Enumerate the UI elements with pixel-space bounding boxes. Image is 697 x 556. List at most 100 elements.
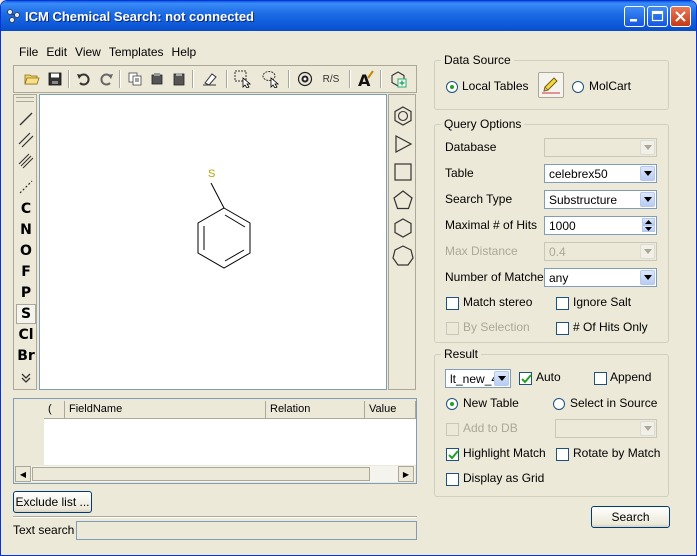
svg-text:A: A: [358, 71, 371, 88]
paste-icon[interactable]: [169, 69, 189, 89]
menu-help[interactable]: Help: [168, 44, 201, 62]
square-ring-icon[interactable]: [392, 161, 414, 183]
ignore-salt-label[interactable]: Ignore Salt: [573, 295, 631, 309]
eraser-icon[interactable]: [200, 69, 220, 89]
table-select[interactable]: celebrex50: [544, 164, 657, 183]
column-header-relation[interactable]: Relation: [266, 401, 365, 419]
max-distance-select[interactable]: 0.4: [544, 242, 657, 261]
element-s[interactable]: S: [16, 304, 36, 324]
horizontal-scrollbar[interactable]: ◀ ▶: [15, 466, 415, 482]
max-hits-input[interactable]: 1000: [544, 216, 657, 235]
local-tables-label[interactable]: Local Tables: [462, 79, 529, 93]
benzene-template-icon[interactable]: [392, 105, 414, 127]
element-f[interactable]: F: [16, 262, 36, 282]
molcart-label[interactable]: MolCart: [589, 79, 631, 93]
pentagon-ring-icon[interactable]: [392, 189, 414, 211]
add-to-db-select[interactable]: [555, 419, 657, 438]
redo-icon[interactable]: [96, 69, 116, 89]
element-n[interactable]: N: [16, 220, 36, 240]
column-header-value[interactable]: Value: [365, 401, 416, 419]
scroll-thumb[interactable]: [32, 467, 370, 481]
scroll-left-icon[interactable]: ◀: [15, 466, 31, 482]
result-title: Result: [441, 347, 482, 361]
column-header-fieldname[interactable]: FieldName: [65, 401, 266, 419]
menu-edit[interactable]: Edit: [42, 44, 71, 62]
hits-only-label[interactable]: # Of Hits Only: [573, 320, 648, 334]
ignore-salt-checkbox[interactable]: [556, 297, 569, 310]
scroll-right-icon[interactable]: ▶: [398, 466, 414, 482]
exclude-list-button[interactable]: Exclude list ...: [13, 491, 92, 513]
element-o[interactable]: O: [16, 241, 36, 261]
structure-canvas[interactable]: S: [39, 94, 387, 390]
highlight-match-label[interactable]: Highlight Match: [463, 446, 546, 460]
window-title: ICM Chemical Search: not connected: [25, 9, 254, 24]
search-button[interactable]: Search: [591, 506, 670, 528]
new-table-label[interactable]: New Table: [463, 396, 519, 410]
target-icon[interactable]: [295, 69, 315, 89]
close-button[interactable]: [670, 6, 691, 27]
match-stereo-checkbox[interactable]: [446, 297, 459, 310]
spin-down-icon[interactable]: [642, 225, 655, 232]
text-tool-icon[interactable]: A: [355, 69, 375, 89]
single-bond-icon[interactable]: [16, 109, 36, 129]
append-label[interactable]: Append: [610, 370, 651, 384]
cut-icon[interactable]: [147, 69, 167, 89]
new-table-radio[interactable]: [446, 398, 458, 410]
triangle-ring-icon[interactable]: [392, 133, 414, 155]
by-selection-checkbox[interactable]: [446, 322, 459, 335]
local-tables-radio[interactable]: [446, 81, 458, 93]
add-to-db-checkbox[interactable]: [446, 423, 459, 436]
triple-bond-icon[interactable]: [16, 151, 36, 171]
maximize-button[interactable]: [647, 6, 668, 27]
chevron-down-icon: [640, 192, 655, 207]
rotate-by-match-checkbox[interactable]: [556, 448, 569, 461]
save-icon[interactable]: [45, 69, 65, 89]
auto-checkbox[interactable]: [519, 372, 532, 385]
hexagon-ring-icon[interactable]: [392, 217, 414, 239]
molcart-radio[interactable]: [572, 81, 584, 93]
match-stereo-label[interactable]: Match stereo: [463, 295, 532, 309]
select-rect-icon[interactable]: [233, 69, 253, 89]
max-hits-spinner[interactable]: [642, 218, 655, 233]
open-folder-icon[interactable]: [22, 69, 42, 89]
minimize-button[interactable]: [624, 6, 645, 27]
more-elements-icon[interactable]: [16, 368, 36, 388]
element-cl[interactable]: Cl: [16, 325, 36, 345]
spin-up-icon[interactable]: [642, 218, 655, 225]
menu-view[interactable]: View: [71, 44, 105, 62]
append-checkbox[interactable]: [594, 372, 607, 385]
auto-label[interactable]: Auto: [536, 370, 561, 384]
element-br[interactable]: Br: [16, 346, 36, 366]
atom-label-s: S: [208, 168, 215, 180]
search-type-select[interactable]: Substructure: [544, 190, 657, 209]
num-matches-select[interactable]: any: [544, 268, 657, 287]
add-template-icon[interactable]: [388, 69, 408, 89]
text-search-input[interactable]: [76, 521, 417, 540]
query-options-title: Query Options: [441, 117, 525, 131]
select-in-source-radio[interactable]: [553, 398, 565, 410]
element-c[interactable]: C: [16, 199, 36, 219]
copy-icon[interactable]: [125, 69, 145, 89]
add-to-db-label[interactable]: Add to DB: [463, 421, 518, 435]
result-name-select[interactable]: lt_new_4: [445, 369, 511, 388]
double-bond-icon[interactable]: [16, 130, 36, 150]
highlight-match-checkbox[interactable]: [446, 448, 459, 461]
menu-file[interactable]: File: [15, 44, 42, 62]
title-bar[interactable]: ICM Chemical Search: not connected: [1, 1, 696, 31]
undo-icon[interactable]: [74, 69, 94, 89]
select-in-source-label[interactable]: Select in Source: [570, 396, 657, 410]
rotate-by-match-label[interactable]: Rotate by Match: [573, 446, 660, 460]
rs-stereo-button[interactable]: R/S: [318, 69, 344, 89]
select-lasso-icon[interactable]: [261, 69, 281, 89]
display-as-grid-checkbox[interactable]: [446, 473, 459, 486]
hits-only-checkbox[interactable]: [556, 322, 569, 335]
database-select[interactable]: [544, 138, 657, 157]
menu-templates[interactable]: Templates: [105, 44, 168, 62]
element-p[interactable]: P: [16, 283, 36, 303]
any-bond-icon[interactable]: [16, 177, 36, 197]
column-header-paren[interactable]: (: [44, 401, 65, 419]
edit-source-button[interactable]: [538, 72, 564, 98]
by-selection-label[interactable]: By Selection: [463, 320, 530, 334]
display-as-grid-label[interactable]: Display as Grid: [463, 471, 544, 485]
heptagon-ring-icon[interactable]: [392, 245, 414, 267]
